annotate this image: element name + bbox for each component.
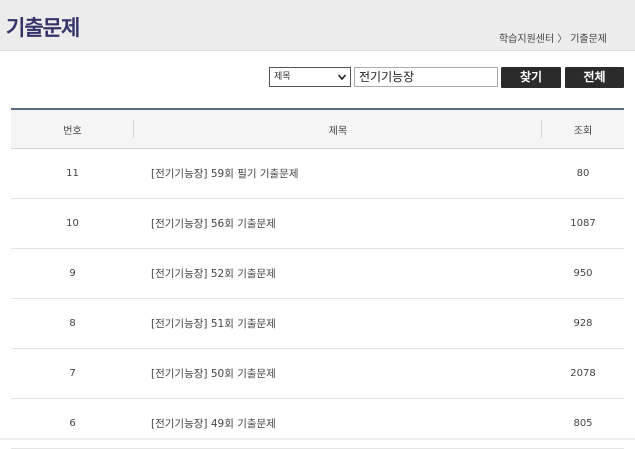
- search-field-selected-value: 제목: [274, 72, 291, 82]
- divider: [0, 438, 635, 440]
- table-row[interactable]: 7 [전기기능장] 50회 기출문제 2078: [11, 348, 624, 399]
- row-views: 950: [542, 248, 624, 299]
- breadcrumb-current: 기출문제: [570, 34, 607, 45]
- column-header-views: 조회: [542, 108, 624, 149]
- breadcrumb: 학습지원센터 〉 기출문제: [499, 30, 607, 45]
- page-header: 기출문제 학습지원센터 〉 기출문제: [0, 0, 635, 51]
- row-views: 2078: [542, 348, 624, 399]
- row-number: 6: [11, 398, 134, 449]
- search-bar: 제목 전기기능장 찾기 전체: [0, 67, 635, 89]
- show-all-button[interactable]: 전체: [565, 67, 624, 88]
- row-title-link[interactable]: [전기기능장] 59회 필기 기출문제: [134, 148, 542, 199]
- chevron-down-icon: [337, 74, 347, 81]
- row-title-link[interactable]: [전기기능장] 49회 기출문제: [134, 398, 542, 449]
- row-number: 10: [11, 198, 134, 249]
- breadcrumb-parent[interactable]: 학습지원센터: [499, 30, 554, 45]
- table-row[interactable]: 10 [전기기능장] 56회 기출문제 1087: [11, 198, 624, 249]
- row-views: 928: [542, 298, 624, 349]
- post-table: 번호 제목 조회 11 [전기기능장] 59회 필기 기출문제 80 10 [전…: [11, 108, 624, 449]
- column-header-number: 번호: [11, 108, 134, 149]
- table-row[interactable]: 11 [전기기능장] 59회 필기 기출문제 80: [11, 148, 624, 199]
- table-row[interactable]: 8 [전기기능장] 51회 기출문제 928: [11, 298, 624, 349]
- row-title-link[interactable]: [전기기능장] 50회 기출문제: [134, 348, 542, 399]
- page-title: 기출문제: [6, 16, 80, 40]
- row-views: 80: [542, 148, 624, 199]
- row-title-link[interactable]: [전기기능장] 52회 기출문제: [134, 248, 542, 299]
- row-number: 8: [11, 298, 134, 349]
- table-row[interactable]: 9 [전기기능장] 52회 기출문제 950: [11, 248, 624, 299]
- row-views: 805: [542, 398, 624, 449]
- find-button[interactable]: 찾기: [501, 67, 561, 88]
- search-field-select[interactable]: 제목: [269, 67, 351, 87]
- table-header-row: 번호 제목 조회: [11, 108, 624, 149]
- row-views: 1087: [542, 198, 624, 249]
- column-header-title: 제목: [134, 108, 542, 149]
- row-title-link[interactable]: [전기기능장] 56회 기출문제: [134, 198, 542, 249]
- table-row[interactable]: 6 [전기기능장] 49회 기출문제 805: [11, 398, 624, 449]
- row-number: 7: [11, 348, 134, 399]
- row-title-link[interactable]: [전기기능장] 51회 기출문제: [134, 298, 542, 349]
- row-number: 11: [11, 148, 134, 199]
- search-input[interactable]: 전기기능장: [354, 67, 498, 87]
- row-number: 9: [11, 248, 134, 299]
- breadcrumb-separator: 〉: [557, 34, 568, 45]
